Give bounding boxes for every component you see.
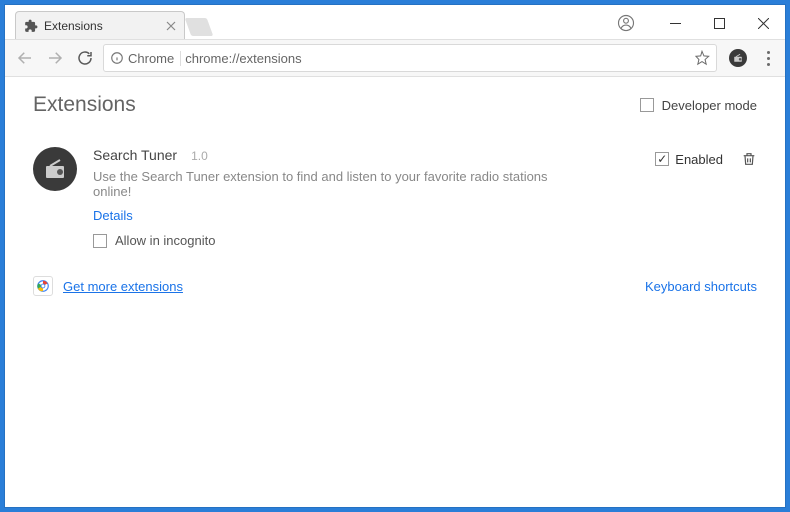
tab-close-icon[interactable] — [166, 21, 176, 31]
arrow-right-icon — [46, 49, 64, 67]
get-more-extensions-link[interactable]: Get more extensions — [63, 279, 183, 294]
app-menu-button[interactable] — [759, 51, 777, 66]
trash-icon[interactable] — [741, 151, 757, 167]
window-controls — [607, 9, 785, 39]
allow-incognito-label: Allow in incognito — [115, 233, 215, 248]
window-close-button[interactable] — [741, 9, 785, 37]
profile-avatar-button[interactable] — [607, 9, 645, 37]
address-bar[interactable]: Chrome chrome://extensions — [103, 44, 717, 72]
extensions-page: Extensions Developer mode Search Tuner 1… — [5, 77, 785, 507]
extension-body: Search Tuner 1.0 Use the Search Tuner ex… — [93, 147, 581, 248]
radio-icon — [43, 157, 67, 181]
extension-controls: Enabled — [597, 147, 757, 167]
footer-row: Get more extensions Keyboard shortcuts — [33, 276, 757, 296]
page-title: Extensions — [33, 93, 136, 117]
new-tab-button[interactable] — [187, 17, 211, 37]
tabstrip: Extensions — [5, 11, 211, 39]
extension-enabled-checkbox[interactable] — [655, 152, 669, 166]
security-chip[interactable]: Chrome — [110, 51, 181, 66]
extension-toolbar-icon[interactable] — [729, 49, 747, 67]
allow-incognito-row[interactable]: Allow in incognito — [93, 233, 581, 248]
allow-incognito-checkbox[interactable] — [93, 234, 107, 248]
extension-puzzle-icon — [24, 19, 38, 33]
window-minimize-button[interactable] — [653, 9, 697, 37]
reload-icon — [76, 49, 94, 67]
toolbar: Chrome chrome://extensions — [5, 39, 785, 77]
keyboard-shortcuts-link[interactable]: Keyboard shortcuts — [645, 279, 757, 294]
extension-version: 1.0 — [191, 149, 208, 163]
extension-details-link[interactable]: Details — [93, 208, 133, 223]
back-button[interactable] — [13, 46, 37, 70]
person-icon — [617, 14, 635, 32]
bookmark-star-icon[interactable] — [694, 50, 710, 66]
webstore-link-row: Get more extensions — [33, 276, 183, 296]
forward-button[interactable] — [43, 46, 67, 70]
security-chip-label: Chrome — [128, 51, 174, 66]
arrow-left-icon — [16, 49, 34, 67]
extension-item: Search Tuner 1.0 Use the Search Tuner ex… — [33, 147, 757, 248]
window-maximize-button[interactable] — [697, 9, 741, 37]
extension-description: Use the Search Tuner extension to find a… — [93, 169, 581, 199]
developer-mode-label: Developer mode — [662, 98, 757, 113]
radio-icon — [733, 53, 743, 63]
reload-button[interactable] — [73, 46, 97, 70]
minimize-icon — [670, 18, 681, 29]
tab-title-label: Extensions — [44, 19, 166, 33]
extension-enabled-label: Enabled — [675, 152, 723, 167]
developer-mode-checkbox[interactable] — [640, 98, 654, 112]
maximize-icon — [714, 18, 725, 29]
extension-name: Search Tuner — [93, 147, 177, 163]
webstore-icon — [33, 276, 53, 296]
browser-tab[interactable]: Extensions — [15, 11, 185, 39]
page-header: Extensions Developer mode — [33, 93, 757, 117]
close-icon — [758, 18, 769, 29]
developer-mode-toggle[interactable]: Developer mode — [640, 98, 757, 113]
info-icon — [110, 51, 124, 65]
extension-enabled-toggle[interactable]: Enabled — [655, 152, 723, 167]
url-text: chrome://extensions — [185, 51, 690, 66]
titlebar: Extensions — [5, 5, 785, 39]
extension-app-icon — [33, 147, 77, 191]
browser-window: Extensions Chrome chrome://extensions — [5, 5, 785, 507]
